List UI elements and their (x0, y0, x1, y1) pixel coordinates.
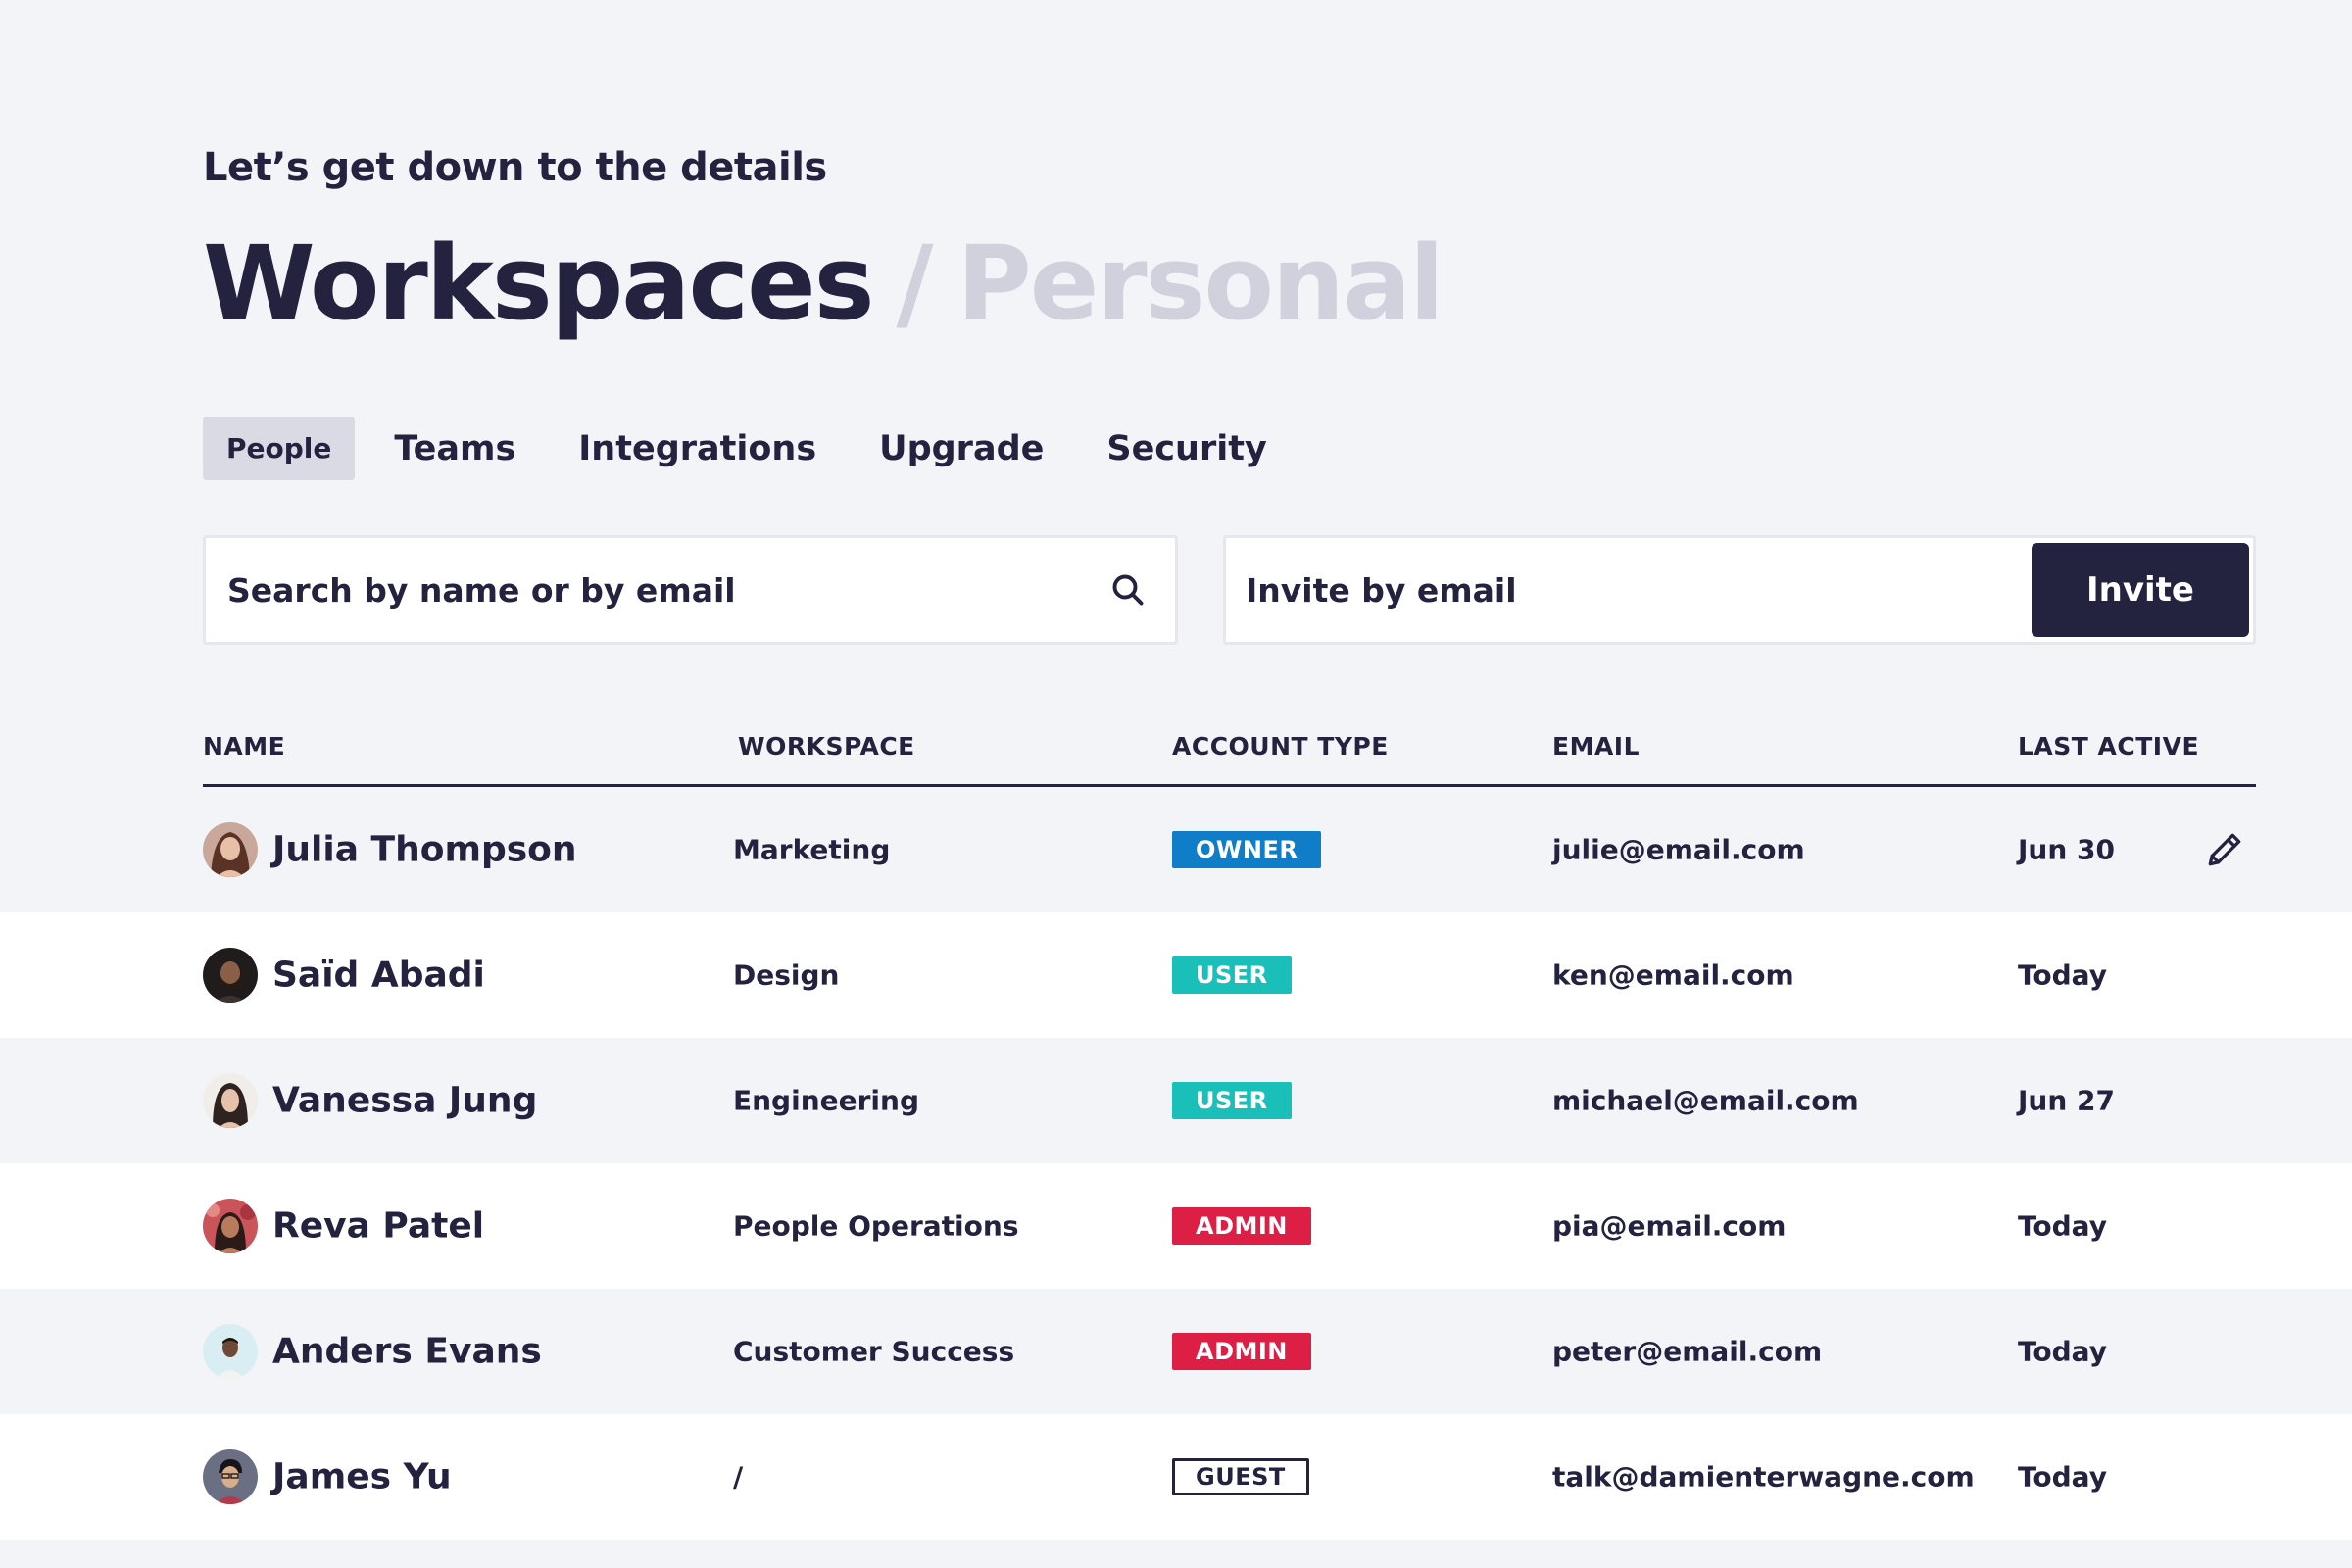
person-workspace: / (733, 1460, 744, 1494)
person-workspace: Marketing (733, 833, 891, 866)
account-type-badge: USER (1172, 956, 1292, 994)
person-email: ken@email.com (1552, 958, 1794, 992)
table-row[interactable]: Julia Thompson Marketing OWNER julie@ema… (0, 787, 2352, 912)
table-row[interactable]: Reva Patel People Operations ADMIN pia@e… (0, 1163, 2352, 1289)
title-workspaces: Workspaces (203, 223, 875, 343)
table-row[interactable]: James Yu / GUEST talk@damienterwagne.com… (0, 1414, 2352, 1540)
person-email: peter@email.com (1552, 1335, 1823, 1368)
person-name: Vanessa Jung (272, 1080, 538, 1121)
invite-box: Invite (1223, 535, 2256, 645)
last-active: Today (2018, 1209, 2107, 1243)
avatar[interactable] (203, 1199, 258, 1253)
avatar[interactable] (203, 1449, 258, 1504)
invite-button[interactable]: Invite (2032, 543, 2249, 637)
column-header-name[interactable]: NAME (203, 732, 285, 760)
last-active: Today (2018, 958, 2107, 992)
table-header: NAME WORKSPACE ACCOUNT TYPE EMAIL LAST A… (203, 720, 2256, 787)
person-name: James Yu (272, 1456, 452, 1497)
column-header-last-active[interactable]: LAST ACTIVE (2018, 732, 2199, 760)
invite-email-input[interactable] (1246, 570, 2032, 610)
page-title: Workspaces / Personal (203, 223, 1445, 343)
table-row[interactable]: Saïd Abadi Design USER ken@email.com Tod… (0, 912, 2352, 1038)
title-personal: Personal (956, 223, 1445, 343)
person-workspace: Engineering (733, 1084, 919, 1117)
tab-bar: People Teams Integrations Upgrade Securi… (203, 416, 1306, 480)
tab-people[interactable]: People (203, 416, 356, 480)
tab-teams[interactable]: Teams (370, 416, 539, 480)
account-type-badge: OWNER (1172, 831, 1322, 868)
avatar[interactable] (203, 822, 258, 877)
title-separator: / (896, 223, 934, 343)
account-type-badge: ADMIN (1172, 1207, 1311, 1245)
person-workspace: Customer Success (733, 1335, 1015, 1368)
tab-security[interactable]: Security (1083, 416, 1290, 480)
person-email: julie@email.com (1552, 833, 1805, 866)
person-workspace: People Operations (733, 1209, 1019, 1243)
account-type-badge: GUEST (1172, 1458, 1309, 1495)
search-box (203, 535, 1178, 645)
table-row[interactable]: Anders Evans Customer Success ADMIN pete… (0, 1289, 2352, 1414)
last-active: Today (2018, 1460, 2107, 1494)
person-email: michael@email.com (1552, 1084, 1859, 1117)
workspaces-page: Let’s get down to the details Workspaces… (0, 0, 2352, 1568)
tab-upgrade[interactable]: Upgrade (856, 416, 1067, 480)
person-name: Saïd Abadi (272, 955, 485, 996)
person-name: Reva Patel (272, 1205, 485, 1247)
column-header-account-type[interactable]: ACCOUNT TYPE (1172, 732, 1389, 760)
person-email: talk@damienterwagne.com (1552, 1460, 1975, 1494)
tab-integrations[interactable]: Integrations (555, 416, 840, 480)
column-header-email[interactable]: EMAIL (1552, 732, 1640, 760)
account-type-badge: USER (1172, 1082, 1292, 1119)
account-type-badge: ADMIN (1172, 1333, 1311, 1370)
avatar[interactable] (203, 1324, 258, 1379)
avatar[interactable] (203, 1073, 258, 1128)
avatar[interactable] (203, 948, 258, 1003)
table-row[interactable]: Vanessa Jung Engineering USER michael@em… (0, 1038, 2352, 1163)
search-icon[interactable] (1110, 572, 1146, 608)
person-name: Anders Evans (272, 1331, 542, 1372)
pencil-icon[interactable] (2203, 828, 2246, 871)
column-header-workspace[interactable]: WORKSPACE (738, 732, 915, 760)
page-eyebrow: Let’s get down to the details (203, 145, 827, 190)
person-email: pia@email.com (1552, 1209, 1787, 1243)
person-workspace: Design (733, 958, 840, 992)
last-active: Jun 27 (2018, 1084, 2115, 1117)
person-name: Julia Thompson (272, 829, 577, 870)
people-table-body: Julia Thompson Marketing OWNER julie@ema… (0, 787, 2352, 1540)
search-input[interactable] (227, 570, 1110, 610)
last-active: Today (2018, 1335, 2107, 1368)
last-active: Jun 30 (2018, 833, 2115, 866)
